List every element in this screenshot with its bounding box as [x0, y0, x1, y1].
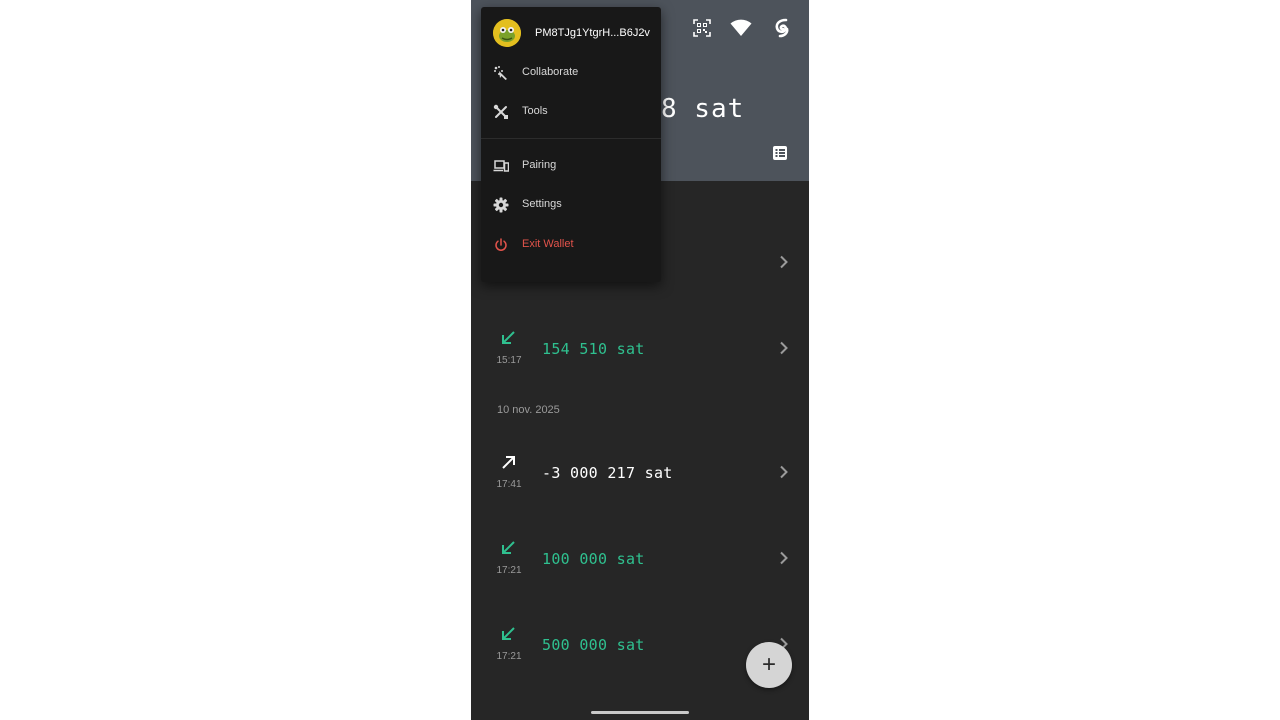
incoming-arrow-icon	[499, 328, 519, 348]
transaction-amount: -3 000 217 sat	[542, 464, 673, 482]
incoming-arrow-icon	[499, 624, 519, 644]
chevron-right-icon[interactable]	[777, 465, 791, 479]
add-button[interactable]: +	[746, 642, 792, 688]
collaborate-icon	[493, 65, 509, 81]
tor-icon[interactable]	[770, 16, 794, 40]
menu-item-pairing[interactable]: Pairing	[481, 148, 661, 184]
chevron-right-icon[interactable]	[777, 341, 791, 355]
menu-divider	[481, 138, 661, 139]
transaction-time: 17:21	[496, 651, 522, 662]
list-icon[interactable]	[772, 145, 790, 163]
menu-item-collaborate[interactable]: Collaborate	[481, 55, 661, 91]
menu-item-exit-wallet[interactable]: Exit Wallet	[481, 227, 661, 263]
account-name: PM8TJg1YtgrH...B6J2v	[535, 27, 650, 39]
menu-item-settings[interactable]: Settings	[481, 187, 661, 223]
transaction-amount: 100 000 sat	[542, 550, 645, 568]
incoming-arrow-icon	[499, 538, 519, 558]
chevron-right-icon[interactable]	[777, 255, 791, 269]
date-header: 10 nov. 2025	[497, 404, 560, 416]
transaction-amount: 500 000 sat	[542, 636, 645, 654]
qr-scan-icon[interactable]	[690, 16, 714, 40]
gear-icon	[493, 197, 509, 213]
wallet-balance: 8 sat	[661, 94, 745, 124]
menu-item-label: Pairing	[522, 159, 557, 171]
transaction-time: 17:21	[496, 565, 522, 576]
chevron-right-icon[interactable]	[777, 551, 791, 565]
menu-account[interactable]: PM8TJg1YtgrH...B6J2v	[481, 7, 661, 59]
menu-item-label: Exit Wallet	[522, 238, 574, 250]
tools-icon	[493, 104, 509, 120]
transaction-time: 15:17	[496, 355, 522, 366]
home-indicator[interactable]	[591, 711, 689, 714]
menu-item-label: Tools	[522, 105, 548, 117]
menu-item-tools[interactable]: Tools	[481, 94, 661, 130]
wifi-icon[interactable]	[729, 16, 753, 40]
wallet-menu: PM8TJg1YtgrH...B6J2v Collaborate Tools P…	[481, 7, 661, 282]
power-icon	[493, 237, 509, 253]
menu-item-label: Collaborate	[522, 66, 579, 78]
wallet-screen: 8 sat 15:17 154 510 sat 10 nov. 2025 17:…	[471, 0, 809, 720]
pairing-icon	[493, 158, 510, 174]
menu-item-label: Settings	[522, 198, 562, 210]
transaction-time: 17:41	[496, 479, 522, 490]
transaction-amount: 154 510 sat	[542, 340, 645, 358]
outgoing-arrow-icon	[499, 452, 519, 472]
avatar	[493, 19, 521, 47]
